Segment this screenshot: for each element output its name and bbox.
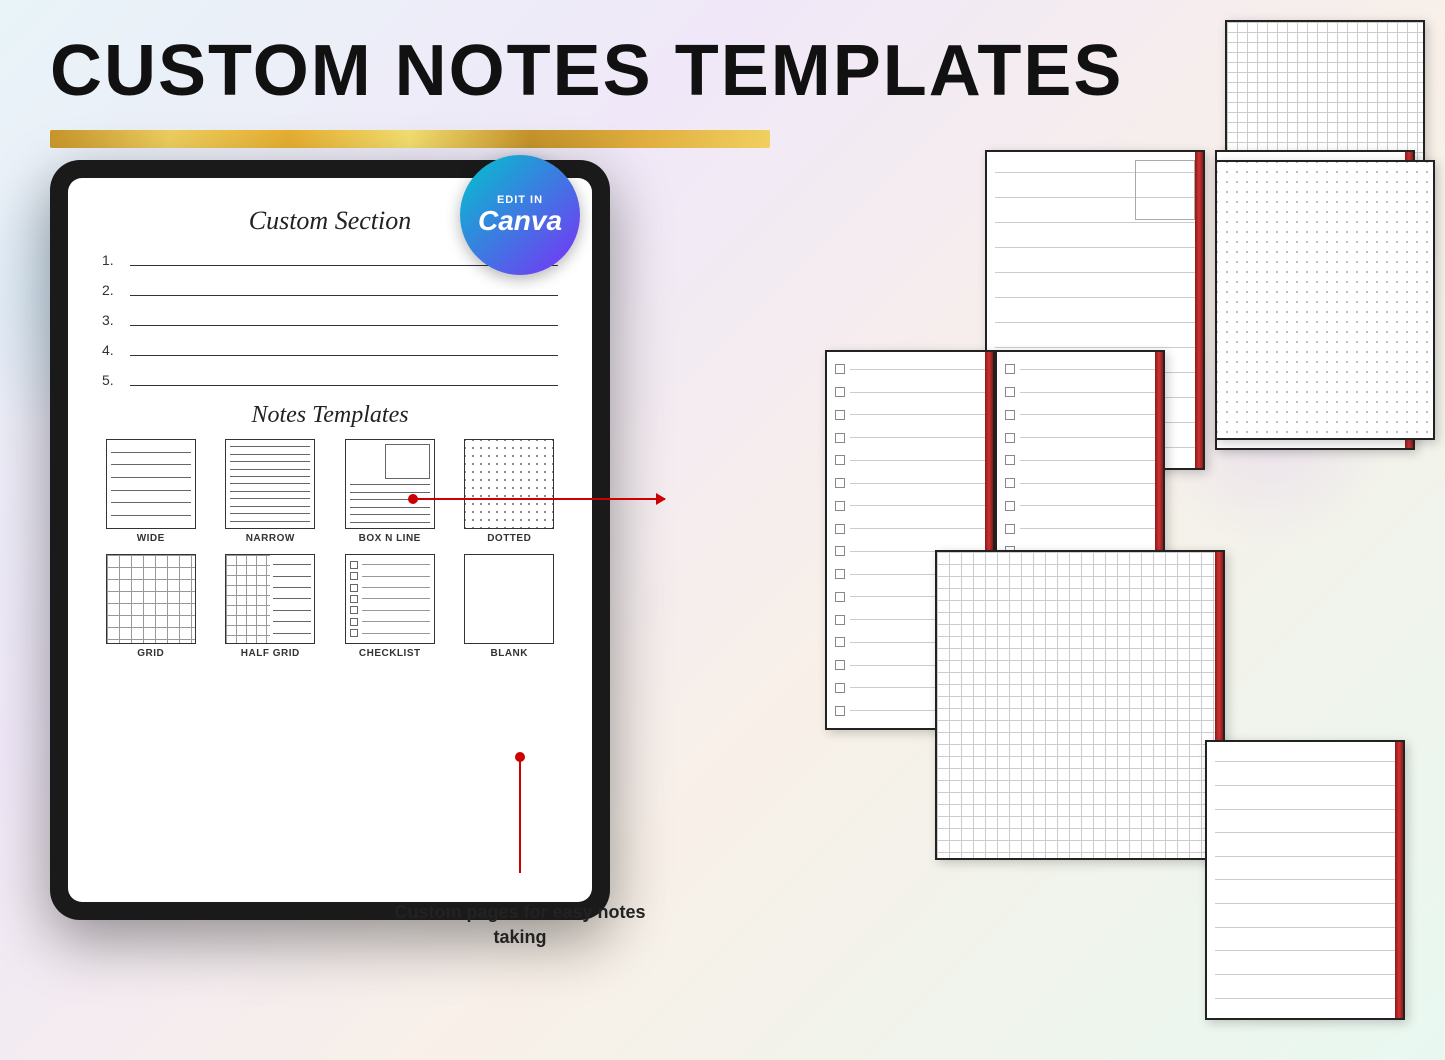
pages-container — [745, 20, 1425, 1060]
dotted-pattern — [465, 440, 553, 528]
canva-edit-in-label: EDIT IN — [497, 194, 543, 206]
half-grid-pattern — [226, 555, 314, 643]
templates-grid: WIDE NARROW — [96, 439, 564, 659]
grid-pattern — [107, 555, 195, 643]
narrow-lines-pattern — [226, 440, 314, 528]
canva-brand-label: Canva — [478, 206, 562, 237]
page-lined-bottom-right-lines — [1207, 742, 1403, 1018]
gold-bar-decoration — [50, 130, 770, 148]
numbered-lines-container: 1. 2. 3. 4. 5. — [102, 252, 558, 388]
template-item-narrow: NARROW — [216, 439, 326, 544]
template-label-box-n-line: BOX N LINE — [359, 533, 421, 544]
template-item-checklist: CHECKLIST — [335, 554, 445, 659]
checklist-pattern — [346, 555, 434, 643]
template-label-wide: WIDE — [137, 533, 165, 544]
template-item-grid: GRID — [96, 554, 206, 659]
line-hr-3 — [130, 325, 558, 326]
line-num-4: 4. — [102, 342, 122, 358]
half-grid-right — [270, 555, 314, 643]
template-label-blank: BLANK — [491, 648, 529, 659]
caption-line2: taking — [493, 927, 546, 947]
template-box-box-n-line — [345, 439, 435, 529]
page-card-dotted — [1215, 160, 1435, 440]
template-label-grid: GRID — [137, 648, 164, 659]
blank-pattern — [465, 555, 553, 643]
line-num-2: 2. — [102, 282, 122, 298]
line-hr-2 — [130, 295, 558, 296]
line-num-5: 5. — [102, 372, 122, 388]
template-label-half-grid: HALF GRID — [241, 648, 300, 659]
numbered-line-5: 5. — [102, 372, 558, 388]
line-hr-5 — [130, 385, 558, 386]
numbered-line-3: 3. — [102, 312, 558, 328]
template-box-blank — [464, 554, 554, 644]
caption-text: Custom pages for easy notes taking — [390, 900, 650, 950]
template-box-half-grid — [225, 554, 315, 644]
box-n-line-box — [385, 444, 430, 479]
template-label-narrow: NARROW — [246, 533, 295, 544]
box-n-line-lines — [346, 479, 434, 528]
template-box-grid — [106, 554, 196, 644]
page-dotted-content — [1217, 162, 1433, 438]
half-grid-left — [226, 555, 270, 643]
page-card-lined-bottom-right — [1205, 740, 1405, 1020]
template-item-half-grid: HALF GRID — [216, 554, 326, 659]
box-n-line-pattern — [346, 440, 434, 528]
line-hr-4 — [130, 355, 558, 356]
template-box-wide — [106, 439, 196, 529]
red-spine-lined-bottom-right — [1395, 742, 1403, 1018]
template-label-checklist: CHECKLIST — [359, 648, 421, 659]
tablet-screen: Custom Section 1. 2. 3. 4. 5. — [68, 178, 592, 902]
page-grid-bottom-content — [937, 552, 1223, 858]
page-card-grid-bottom — [935, 550, 1225, 860]
template-item-wide: WIDE — [96, 439, 206, 544]
template-label-dotted: DOTTED — [487, 533, 531, 544]
template-box-checklist — [345, 554, 435, 644]
notes-templates-title: Notes Templates — [92, 402, 568, 429]
template-item-box-n-line: BOX N LINE — [335, 439, 445, 544]
numbered-line-4: 4. — [102, 342, 558, 358]
template-item-blank: BLANK — [455, 554, 565, 659]
template-box-narrow — [225, 439, 315, 529]
numbered-line-2: 2. — [102, 282, 558, 298]
wide-lines-pattern — [107, 440, 195, 528]
line-num-3: 3. — [102, 312, 122, 328]
red-arrow-notes-templates — [415, 498, 665, 500]
caption-line1: Custom pages for easy notes — [394, 902, 645, 922]
red-dot-notes-templates — [408, 494, 418, 504]
red-dot-blank-template — [515, 752, 525, 762]
template-item-dotted: DOTTED — [455, 439, 565, 544]
page-top-right-box — [1135, 160, 1195, 220]
canva-badge[interactable]: EDIT IN Canva — [460, 155, 580, 275]
template-box-dotted — [464, 439, 554, 529]
red-arrow-blank-template — [519, 758, 521, 873]
line-num-1: 1. — [102, 252, 122, 268]
